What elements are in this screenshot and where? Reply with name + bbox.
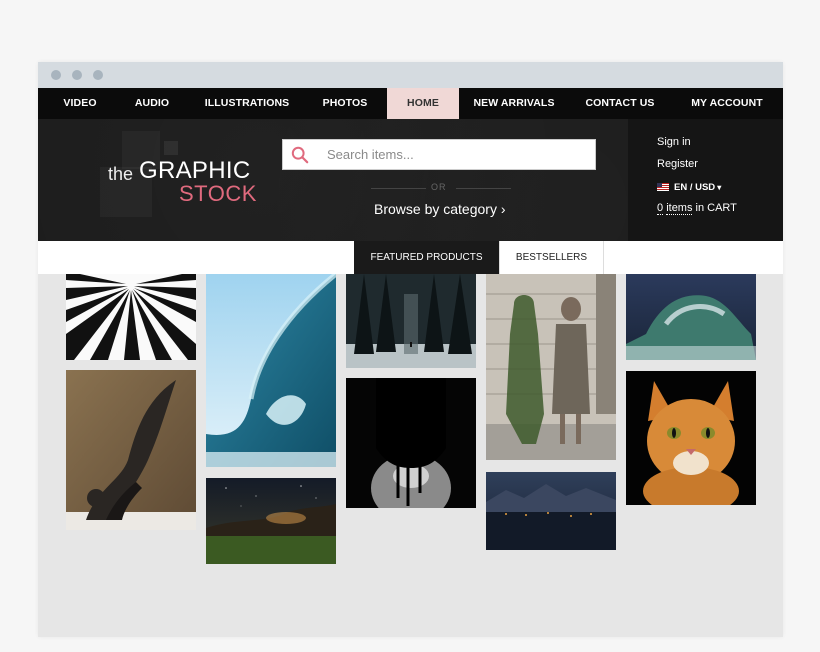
nav-item-video[interactable]: VIDEO bbox=[54, 88, 106, 119]
search-input[interactable] bbox=[327, 140, 587, 169]
cart-label: in CART bbox=[695, 202, 737, 214]
logo-decoration bbox=[164, 141, 178, 155]
photo-sculpture[interactable] bbox=[66, 370, 196, 530]
language-currency-selector[interactable]: EN / USD ▾ bbox=[657, 182, 721, 193]
cart-count: 0 bbox=[657, 202, 664, 215]
product-tabs: FEATURED PRODUCTS BESTSELLERS bbox=[38, 241, 783, 274]
nav-item-contact-us[interactable]: CONTACT US bbox=[581, 88, 659, 119]
cart-items-label: items bbox=[666, 202, 693, 215]
photo-orange-cat[interactable] bbox=[626, 371, 756, 505]
window-dot-icon bbox=[72, 70, 82, 80]
window-chrome bbox=[38, 62, 783, 88]
photo-striped-road[interactable] bbox=[66, 274, 196, 360]
window-dot-icon bbox=[93, 70, 103, 80]
browser-window: VIDEO AUDIO ILLUSTRATIONS PHOTOS HOME NE… bbox=[38, 62, 783, 637]
nav-item-home[interactable]: HOME bbox=[387, 88, 459, 119]
account-panel bbox=[628, 119, 783, 241]
divider-or: OR bbox=[431, 182, 447, 192]
nav-item-illustrations[interactable]: ILLUSTRATIONS bbox=[201, 88, 293, 119]
photo-ocean-wave[interactable] bbox=[206, 274, 336, 467]
cart-summary[interactable]: 0 items in CART bbox=[657, 202, 737, 215]
photo-night-sky[interactable] bbox=[206, 478, 336, 564]
sign-in-link[interactable]: Sign in bbox=[657, 136, 691, 148]
divider-line bbox=[371, 188, 426, 189]
us-flag-icon bbox=[657, 183, 669, 192]
photo-portrait-bw[interactable] bbox=[346, 378, 476, 508]
nav-item-photos[interactable]: PHOTOS bbox=[316, 88, 374, 119]
photo-girls-double-exposure[interactable] bbox=[486, 274, 616, 460]
divider-line bbox=[456, 188, 511, 189]
logo-stock[interactable]: STOCK bbox=[179, 181, 257, 207]
search-bar bbox=[282, 139, 596, 170]
tab-bestsellers[interactable]: BESTSELLERS bbox=[499, 241, 604, 274]
photo-city-lake[interactable] bbox=[486, 472, 616, 550]
nav-item-my-account[interactable]: MY ACCOUNT bbox=[685, 88, 769, 119]
search-icon[interactable] bbox=[291, 146, 309, 164]
logo-the[interactable]: the bbox=[108, 164, 133, 185]
nav-item-new-arrivals[interactable]: NEW ARRIVALS bbox=[470, 88, 558, 119]
language-currency-label: EN / USD bbox=[674, 182, 716, 193]
chevron-down-icon: ▾ bbox=[717, 183, 722, 192]
tab-featured-products[interactable]: FEATURED PRODUCTS bbox=[354, 241, 499, 274]
register-link[interactable]: Register bbox=[657, 158, 698, 170]
window-dot-icon bbox=[51, 70, 61, 80]
photo-storm-wave[interactable] bbox=[626, 274, 756, 360]
browse-by-category-link[interactable]: Browse by category › bbox=[374, 201, 506, 217]
main-nav: VIDEO AUDIO ILLUSTRATIONS PHOTOS HOME NE… bbox=[38, 88, 783, 119]
nav-item-audio[interactable]: AUDIO bbox=[126, 88, 178, 119]
photo-snowy-forest[interactable] bbox=[346, 274, 476, 368]
